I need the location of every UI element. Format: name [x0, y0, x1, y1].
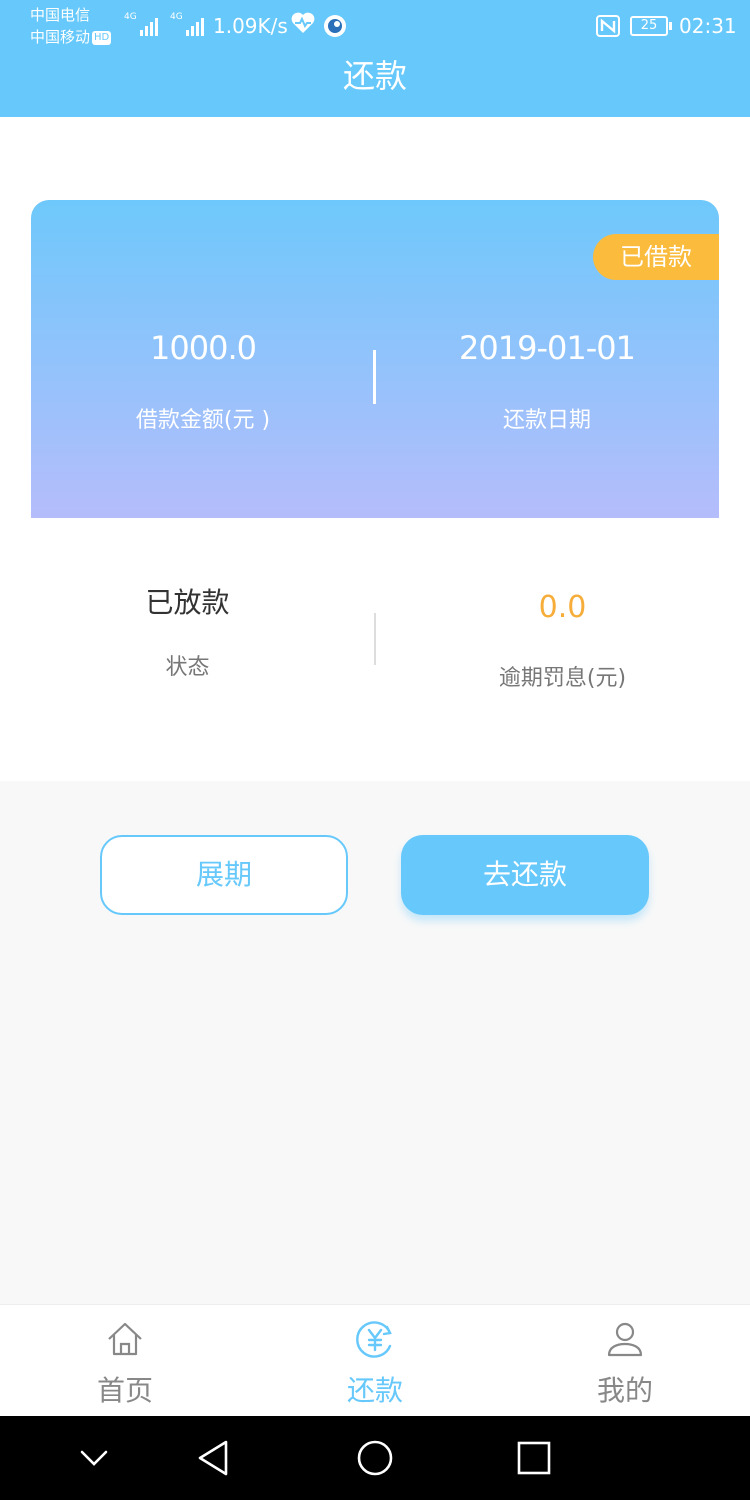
- status-bar: 中国电信 中国移动 HD 4G 4G 1.09K/s 25 02:31: [0, 0, 750, 52]
- recent-apps-icon[interactable]: [514, 1438, 554, 1478]
- tab-home[interactable]: 首页: [0, 1305, 250, 1417]
- tab-repay-label: 还款: [346, 1374, 403, 1407]
- repay-button[interactable]: 去还款: [401, 835, 649, 915]
- carrier-mobile: 中国移动 HD: [30, 26, 112, 48]
- loan-card: 已借款 1000.0 借款金额(元 ) 2019-01-01 还款日期: [31, 200, 719, 518]
- network-type-1: 4G: [124, 12, 137, 22]
- tab-mine[interactable]: 我的: [500, 1305, 750, 1417]
- system-nav-bar: [0, 1416, 750, 1500]
- hd-badge: HD: [92, 30, 112, 45]
- net-speed: 1.09K/s: [213, 14, 288, 38]
- heart-rate-icon: [291, 12, 315, 33]
- status-label: 状态: [165, 655, 210, 680]
- tab-repay[interactable]: 还款: [250, 1305, 500, 1417]
- due-date-block: 2019-01-01 还款日期: [375, 328, 719, 436]
- home-icon: [108, 1322, 142, 1356]
- carrier-telecom: 中国电信: [30, 6, 91, 24]
- loan-amount-value: 1000.0: [150, 329, 257, 367]
- penalty-label: 逾期罚息(元): [498, 666, 627, 691]
- nfc-icon: [596, 15, 620, 37]
- carrier-info: 中国电信 中国移动 HD: [30, 4, 112, 48]
- user-icon: [607, 1322, 643, 1357]
- loan-amount-block: 1000.0 借款金额(元 ): [31, 328, 375, 436]
- network-type-2: 4G: [170, 12, 183, 22]
- battery-icon: 25: [630, 16, 672, 36]
- due-date-label: 还款日期: [502, 408, 591, 433]
- loan-status-badge: 已借款: [593, 234, 719, 280]
- tab-home-label: 首页: [96, 1374, 153, 1407]
- signal-1-icon: 4G: [124, 12, 158, 36]
- penalty-value: 0.0: [538, 590, 587, 625]
- penalty-block: 0.0 逾期罚息(元): [375, 588, 750, 694]
- app-header: 中国电信 中国移动 HD 4G 4G 1.09K/s 25 02:31 还款: [0, 0, 750, 117]
- carrier-mobile-label: 中国移动: [30, 28, 91, 46]
- due-date-value: 2019-01-01: [459, 329, 636, 367]
- yuan-icon: [356, 1321, 392, 1358]
- status-value: 已放款: [145, 586, 230, 619]
- home-circle-icon[interactable]: [355, 1438, 395, 1478]
- chevron-down-icon[interactable]: [74, 1438, 114, 1478]
- clock: 02:31: [679, 14, 737, 38]
- back-icon[interactable]: [194, 1438, 234, 1478]
- loan-amount-label: 借款金额(元 ): [135, 408, 271, 433]
- app-notification-icon: [324, 15, 346, 37]
- extend-button[interactable]: 展期: [100, 835, 348, 915]
- status-block: 已放款 状态: [0, 583, 375, 683]
- signal-2-icon: 4G: [170, 12, 204, 36]
- bottom-tab-bar: 首页 还款 我的: [0, 1304, 750, 1416]
- page-title: 还款: [342, 57, 407, 95]
- tab-mine-label: 我的: [596, 1374, 653, 1407]
